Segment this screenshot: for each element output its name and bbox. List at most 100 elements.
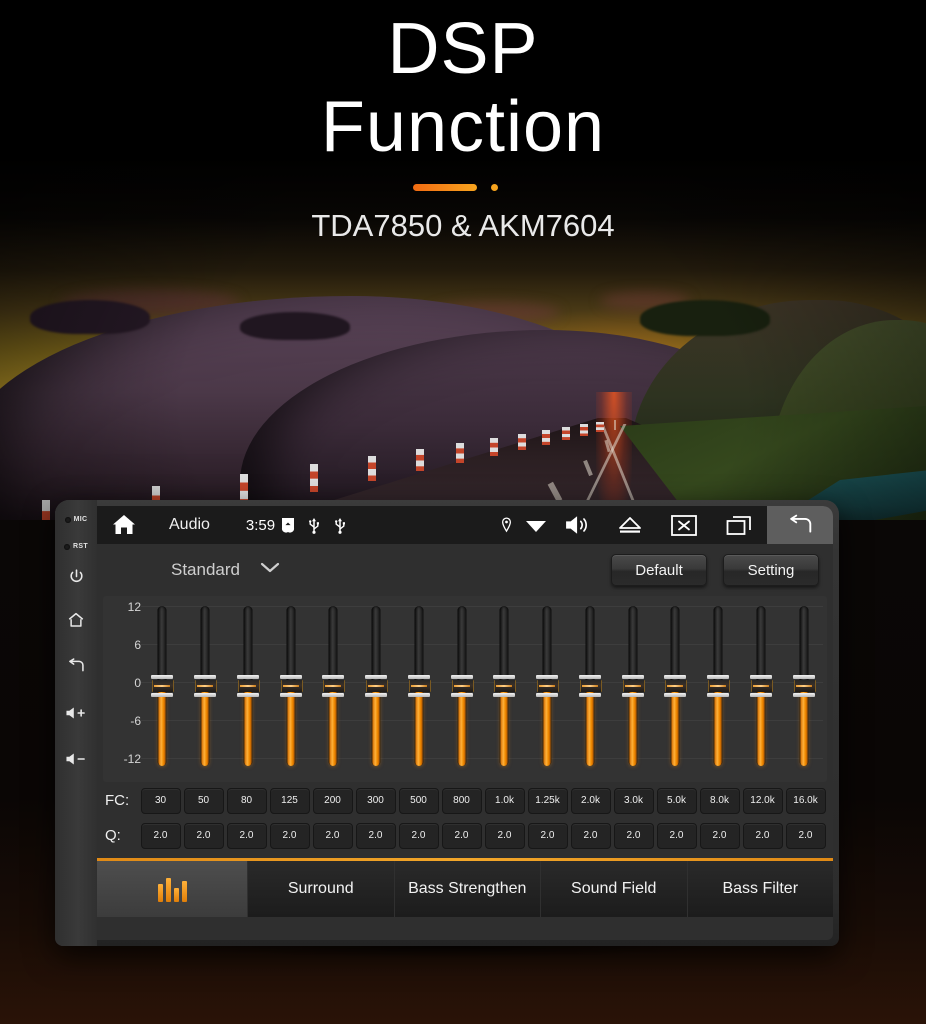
fc-cell[interactable]: 30 <box>140 787 181 814</box>
eq-slider-knob[interactable] <box>279 675 303 697</box>
knob-cap-bottom <box>664 693 687 697</box>
eq-slider-12.0k[interactable] <box>740 596 783 782</box>
eq-slider-knob[interactable] <box>749 675 773 697</box>
volume-up-button[interactable] <box>56 705 96 721</box>
q-cell[interactable]: 2.0 <box>183 822 224 849</box>
home-button[interactable] <box>56 611 96 629</box>
tab-equalizer[interactable] <box>97 861 248 917</box>
eq-slider-30[interactable] <box>141 596 184 782</box>
q-cell[interactable]: 2.0 <box>527 822 568 849</box>
hero-subtitle: TDA7850 & AKM7604 <box>311 208 615 243</box>
eq-slider-knob[interactable] <box>493 675 517 697</box>
q-cell[interactable]: 2.0 <box>742 822 783 849</box>
eq-slider-knob[interactable] <box>707 675 731 697</box>
q-cell[interactable]: 2.0 <box>484 822 525 849</box>
q-cell[interactable]: 2.0 <box>226 822 267 849</box>
q-cell[interactable]: 2.0 <box>699 822 740 849</box>
q-cell[interactable]: 2.0 <box>785 822 826 849</box>
page-root: DSP Function TDA7850 & AKM7604 MIC RST A… <box>0 0 926 1024</box>
eq-slider-knob[interactable] <box>664 675 688 697</box>
fc-cell[interactable]: 8.0k <box>699 787 740 814</box>
eq-slider-50[interactable] <box>184 596 227 782</box>
fc-cell[interactable]: 800 <box>441 787 482 814</box>
fc-cell[interactable]: 3.0k <box>613 787 654 814</box>
hero-title-line2: Function <box>320 87 606 167</box>
tab-sound-field-label: Sound Field <box>571 880 657 897</box>
recent-apps-button[interactable] <box>711 515 767 536</box>
fc-cell[interactable]: 125 <box>269 787 310 814</box>
eq-slider-knob[interactable] <box>407 675 431 697</box>
eject-button[interactable] <box>603 515 657 535</box>
eq-slider-knob[interactable] <box>450 675 474 697</box>
wifi-icon <box>526 521 546 532</box>
fc-cell-wrap: 200 <box>311 787 354 814</box>
tab-bass-strengthen-label: Bass Strengthen <box>408 880 527 897</box>
eq-slider-200[interactable] <box>312 596 355 782</box>
eq-slider-1.25k[interactable] <box>526 596 569 782</box>
tab-bass-strengthen[interactable]: Bass Strengthen <box>394 861 541 917</box>
q-cell[interactable]: 2.0 <box>656 822 697 849</box>
default-button[interactable]: Default <box>611 554 707 586</box>
eq-slider-800[interactable] <box>440 596 483 782</box>
knob-cap-bottom <box>707 693 730 697</box>
eq-slider-knob[interactable] <box>151 675 175 697</box>
eq-slider-knob[interactable] <box>578 675 602 697</box>
q-cell[interactable]: 2.0 <box>355 822 396 849</box>
eq-slider-5.0k[interactable] <box>654 596 697 782</box>
q-cell[interactable]: 2.0 <box>441 822 482 849</box>
q-cell[interactable]: 2.0 <box>269 822 310 849</box>
back-button[interactable] <box>56 657 96 675</box>
fc-cell[interactable]: 1.0k <box>484 787 525 814</box>
eq-slider-1.0k[interactable] <box>483 596 526 782</box>
setting-button[interactable]: Setting <box>723 554 819 586</box>
fc-cell[interactable]: 500 <box>398 787 439 814</box>
fc-cell[interactable]: 50 <box>183 787 224 814</box>
tab-bass-filter[interactable]: Bass Filter <box>687 861 833 917</box>
q-cell[interactable]: 2.0 <box>613 822 654 849</box>
fc-cell[interactable]: 12.0k <box>742 787 783 814</box>
eq-slider-500[interactable] <box>398 596 441 782</box>
statusbar-home-button[interactable] <box>97 513 151 537</box>
eq-slider-knob[interactable] <box>365 675 389 697</box>
eq-slider-knob[interactable] <box>792 675 816 697</box>
fc-cell[interactable]: 2.0k <box>570 787 611 814</box>
eq-slider-knob[interactable] <box>322 675 346 697</box>
preset-selector-label[interactable]: Standard <box>171 560 240 580</box>
close-button[interactable] <box>657 514 711 536</box>
q-cell[interactable]: 2.0 <box>398 822 439 849</box>
eq-slider-16.0k[interactable] <box>782 596 825 782</box>
volume-button[interactable] <box>553 514 603 536</box>
back-button[interactable] <box>767 506 833 544</box>
q-cell[interactable]: 2.0 <box>570 822 611 849</box>
knob-center-line <box>154 685 171 687</box>
chevron-down-icon[interactable] <box>260 561 280 579</box>
fc-cell[interactable]: 16.0k <box>785 787 826 814</box>
fc-cell-wrap: 8.0k <box>698 787 741 814</box>
eq-slider-knob[interactable] <box>621 675 645 697</box>
fc-cell[interactable]: 200 <box>312 787 353 814</box>
home-icon <box>113 515 135 534</box>
q-cell[interactable]: 2.0 <box>140 822 181 849</box>
reset-indicator[interactable]: RST <box>56 543 96 550</box>
fc-cell[interactable]: 1.25k <box>527 787 568 814</box>
fc-cell[interactable]: 5.0k <box>656 787 697 814</box>
knob-center-line <box>239 685 256 687</box>
eq-slider-knob[interactable] <box>194 675 218 697</box>
tab-surround[interactable]: Surround <box>248 861 395 917</box>
eq-slider-2.0k[interactable] <box>569 596 612 782</box>
q-cell[interactable]: 2.0 <box>312 822 353 849</box>
volume-down-button[interactable] <box>56 751 96 767</box>
scale-label-m12: -12 <box>123 752 141 766</box>
eq-slider-knob[interactable] <box>236 675 260 697</box>
tab-sound-field[interactable]: Sound Field <box>541 861 688 917</box>
fc-row-label: FC: <box>105 792 130 809</box>
fc-cell[interactable]: 80 <box>226 787 267 814</box>
power-button[interactable] <box>56 568 96 585</box>
eq-slider-125[interactable] <box>269 596 312 782</box>
eq-slider-knob[interactable] <box>536 675 560 697</box>
fc-cell[interactable]: 300 <box>355 787 396 814</box>
eq-slider-8.0k[interactable] <box>697 596 740 782</box>
eq-slider-3.0k[interactable] <box>611 596 654 782</box>
eq-slider-300[interactable] <box>355 596 398 782</box>
eq-slider-80[interactable] <box>227 596 270 782</box>
